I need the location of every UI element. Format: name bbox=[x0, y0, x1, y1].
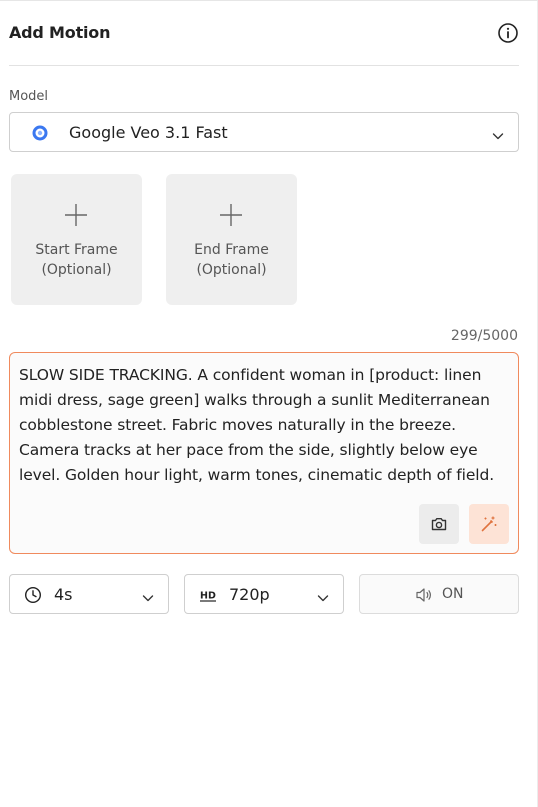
model-select[interactable]: Google Veo 3.1 Fast bbox=[9, 112, 519, 152]
model-selected-value: Google Veo 3.1 Fast bbox=[69, 123, 228, 142]
start-frame-title: Start Frame bbox=[35, 242, 118, 258]
duration-value: 4s bbox=[54, 585, 73, 604]
add-motion-panel: Add Motion Model Google Veo 3.1 Fast Sta… bbox=[0, 0, 538, 807]
end-frame-title: End Frame bbox=[194, 242, 269, 258]
chevron-down-icon bbox=[142, 589, 154, 602]
camera-icon bbox=[431, 518, 447, 531]
audio-toggle-button[interactable]: ON bbox=[359, 574, 519, 614]
info-icon[interactable] bbox=[497, 22, 519, 44]
resolution-select[interactable]: HD 720p bbox=[184, 574, 344, 614]
svg-text:HD: HD bbox=[200, 591, 216, 602]
plus-icon bbox=[219, 203, 243, 227]
duration-select[interactable]: 4s bbox=[9, 574, 169, 614]
clock-icon bbox=[24, 586, 42, 604]
start-frame-upload[interactable]: Start Frame (Optional) bbox=[11, 174, 142, 305]
prompt-textarea[interactable]: SLOW SIDE TRACKING. A confident woman in… bbox=[9, 352, 519, 554]
start-frame-label: Start Frame (Optional) bbox=[11, 240, 142, 280]
plus-icon bbox=[64, 203, 88, 227]
chevron-down-icon bbox=[317, 589, 329, 602]
model-label: Model bbox=[9, 89, 49, 104]
audio-toggle-label: ON bbox=[442, 586, 464, 602]
magic-wand-icon bbox=[481, 516, 497, 532]
prompt-text[interactable]: SLOW SIDE TRACKING. A confident woman in… bbox=[19, 363, 504, 488]
character-counter: 299/5000 bbox=[450, 328, 518, 344]
speaker-icon bbox=[415, 587, 433, 603]
hd-icon: HD bbox=[199, 586, 217, 604]
magic-enhance-button[interactable] bbox=[469, 504, 509, 544]
resolution-value: 720p bbox=[229, 585, 270, 604]
panel-header: Add Motion bbox=[9, 1, 519, 66]
google-veo-logo-icon bbox=[32, 125, 48, 141]
end-frame-optional: (Optional) bbox=[196, 262, 267, 278]
start-frame-optional: (Optional) bbox=[41, 262, 112, 278]
camera-button[interactable] bbox=[419, 504, 459, 544]
end-frame-upload[interactable]: End Frame (Optional) bbox=[166, 174, 297, 305]
panel-title: Add Motion bbox=[9, 23, 111, 42]
end-frame-label: End Frame (Optional) bbox=[166, 240, 297, 280]
chevron-down-icon bbox=[492, 127, 504, 140]
